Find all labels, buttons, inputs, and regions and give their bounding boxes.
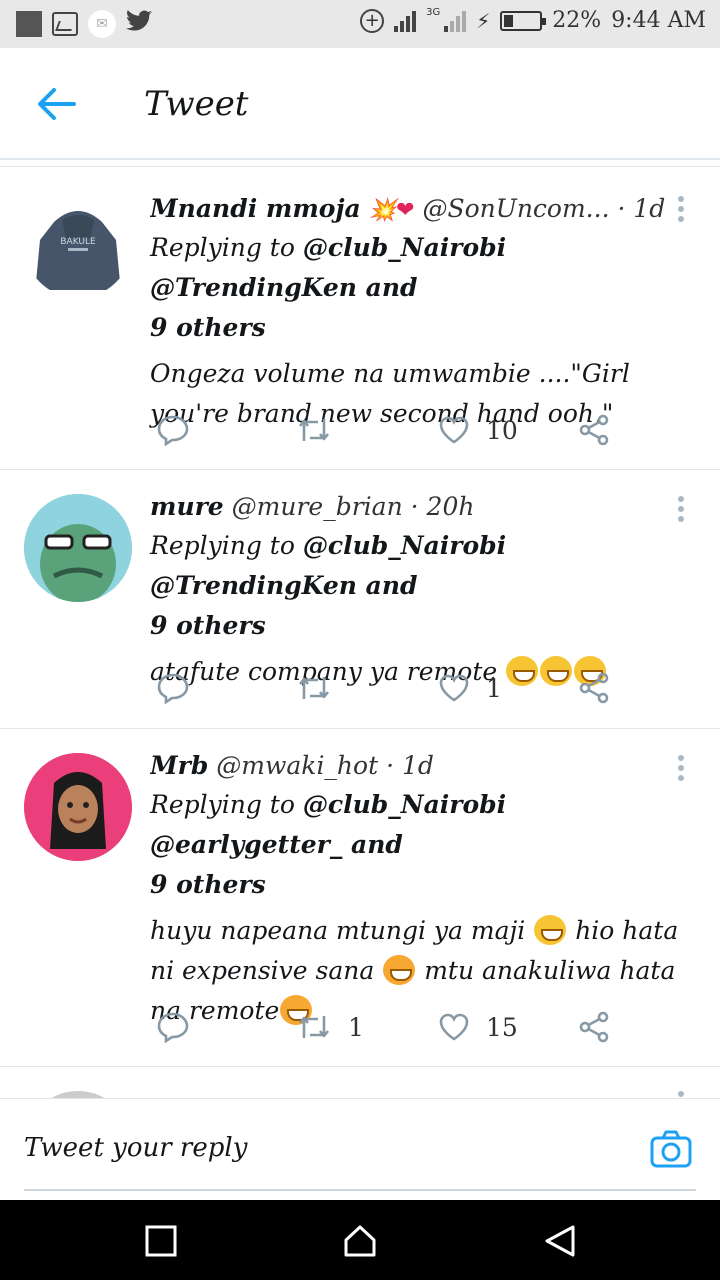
status-bar: ✉ + 3G ⚡ 22% 9:44 AM <box>0 0 720 48</box>
like-button[interactable]: 1 <box>438 668 502 708</box>
tweet-time: · 1d <box>617 194 666 223</box>
reply-icon <box>157 1012 189 1043</box>
divider <box>0 158 720 160</box>
retweet-icon <box>298 677 330 699</box>
smiling-emoji-icon <box>534 914 567 945</box>
replying-to: Replying to @club_Nairobi @earlygetter_ … <box>150 785 700 905</box>
data-saver-icon: + <box>360 8 385 33</box>
heart-icon <box>439 674 469 702</box>
like-button[interactable]: 10 <box>438 410 518 450</box>
home-icon[interactable] <box>343 1224 377 1258</box>
like-button[interactable]: 15 <box>438 1007 518 1047</box>
reply-icon <box>157 673 189 704</box>
others-link[interactable]: 9 others <box>150 611 266 640</box>
share-icon <box>579 1011 609 1043</box>
twitter-bird-icon <box>126 10 152 38</box>
avatar[interactable] <box>24 494 132 602</box>
mail-notification-icon: ✉ <box>88 10 116 38</box>
share-button[interactable] <box>578 1007 610 1047</box>
like-count: 10 <box>486 415 518 445</box>
tweet-actions: 10 <box>150 410 630 450</box>
replying-to: Replying to @club_Nairobi @TrendingKen a… <box>150 228 700 348</box>
name-emoji: 💥❤ <box>368 198 415 223</box>
charging-icon: ⚡ <box>476 8 491 33</box>
author-handle[interactable]: @mwaki_hot <box>216 751 378 780</box>
reply-button[interactable] <box>156 410 190 450</box>
divider <box>0 166 720 167</box>
replying-prefix: Replying to <box>150 233 303 262</box>
signal-icon-secondary <box>444 10 467 32</box>
more-options-icon[interactable] <box>678 496 684 526</box>
avatar[interactable] <box>24 1091 132 1098</box>
others-link[interactable]: 9 others <box>150 313 266 342</box>
share-button[interactable] <box>578 410 610 450</box>
notification-square-icon <box>16 11 42 37</box>
retweet-icon <box>298 1016 330 1038</box>
reply-input[interactable]: Tweet your reply <box>24 1133 247 1163</box>
signal-icon <box>394 10 417 32</box>
avatar-label: BAKULE <box>60 237 96 247</box>
more-options-icon[interactable] <box>678 755 684 785</box>
author-name[interactable]: Mnandi mmoja <box>150 194 361 223</box>
tweet-time: · 1d <box>386 751 434 780</box>
replying-prefix: Replying to <box>150 531 303 560</box>
tweet-reply[interactable]: Mrb @mwaki_hot · 1d Replying to @club_Na… <box>0 729 720 1067</box>
retweet-button[interactable] <box>296 668 348 708</box>
share-icon <box>579 414 609 446</box>
tweet-reply[interactable]: BAKULE Mnandi mmoja 💥❤ @SonUncom... · 1d… <box>0 168 720 470</box>
retweet-button[interactable]: 1 <box>296 1007 364 1047</box>
reply-button[interactable] <box>156 1007 190 1047</box>
retweet-button[interactable] <box>296 410 348 450</box>
recent-apps-icon[interactable] <box>144 1224 178 1258</box>
back-arrow-icon[interactable] <box>36 86 76 122</box>
author-handle[interactable]: @SonUncom... <box>422 194 609 223</box>
back-icon[interactable] <box>543 1224 577 1258</box>
input-underline <box>24 1189 696 1191</box>
replying-to: Replying to @club_Nairobi @TrendingKen a… <box>150 526 700 646</box>
network-type: 3G <box>426 7 441 18</box>
more-options-icon[interactable] <box>678 1091 684 1098</box>
share-button[interactable] <box>578 668 610 708</box>
more-options-icon[interactable] <box>678 196 684 226</box>
reply-composer: Tweet your reply <box>0 1098 720 1200</box>
tweet-time: · 20h <box>410 492 475 521</box>
tweet-actions: 1 15 <box>150 1007 630 1047</box>
share-icon <box>579 672 609 704</box>
author-name[interactable]: mure <box>150 492 224 521</box>
like-count: 1 <box>486 673 502 703</box>
system-nav-bar <box>0 1200 720 1280</box>
battery-icon <box>500 10 547 31</box>
reply-icon <box>157 415 189 446</box>
tweet-actions: 1 <box>150 668 630 708</box>
retweet-count: 1 <box>348 1012 364 1042</box>
author-name[interactable]: Mrb <box>150 751 208 780</box>
camera-icon[interactable] <box>650 1129 692 1169</box>
tweet-text-part: huyu napeana mtungi ya maji <box>150 916 526 945</box>
heart-icon <box>439 416 469 444</box>
tweet-reply-partial[interactable] <box>0 1067 720 1098</box>
replying-prefix: Replying to <box>150 790 303 819</box>
author-handle[interactable]: @mure_brian <box>232 492 403 521</box>
heart-icon <box>439 1013 469 1041</box>
avatar[interactable]: BAKULE <box>24 190 132 298</box>
image-notification-icon <box>52 12 78 36</box>
others-link[interactable]: 9 others <box>150 870 266 899</box>
page-title: Tweet <box>144 84 249 124</box>
tweet-reply[interactable]: mure @mure_brian · 20h Replying to @club… <box>0 470 720 729</box>
reply-button[interactable] <box>156 668 190 708</box>
app-header: Tweet <box>0 48 720 160</box>
crying-emoji-icon <box>383 954 416 985</box>
like-count: 15 <box>486 1012 518 1042</box>
avatar[interactable] <box>24 753 132 861</box>
battery-percent: 22% <box>552 8 602 33</box>
clock: 9:44 AM <box>611 8 706 33</box>
retweet-icon <box>298 419 330 441</box>
